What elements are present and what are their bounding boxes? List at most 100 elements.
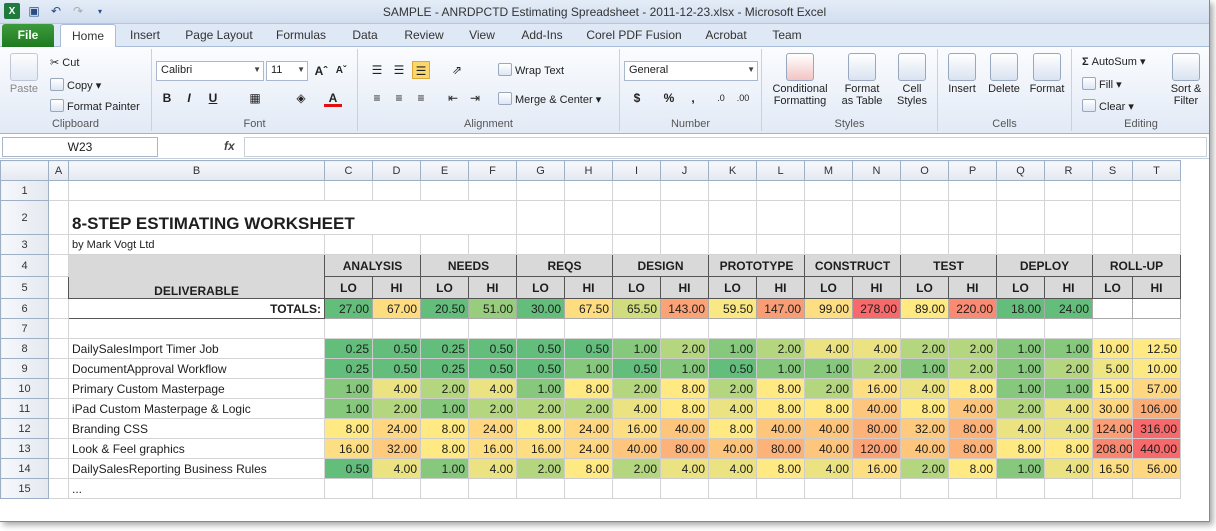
lo-header[interactable]: LO: [324, 276, 373, 299]
cell[interactable]: [900, 200, 949, 235]
bold-button[interactable]: B: [158, 89, 176, 107]
cell[interactable]: [708, 478, 757, 499]
cell[interactable]: [900, 234, 949, 255]
cell[interactable]: [756, 200, 805, 235]
totals-label[interactable]: TOTALS:: [68, 298, 325, 319]
cell[interactable]: [1132, 180, 1181, 201]
estimate-cell[interactable]: 0.25: [324, 358, 373, 379]
estimate-cell[interactable]: 80.00: [948, 418, 997, 439]
estimate-cell[interactable]: 10.00: [1092, 338, 1133, 359]
cell[interactable]: [612, 478, 661, 499]
estimate-cell[interactable]: 4.00: [372, 378, 421, 399]
select-all-corner[interactable]: [0, 160, 49, 181]
hi-header[interactable]: HI: [852, 276, 901, 299]
estimate-cell[interactable]: 40.00: [804, 418, 853, 439]
ellipsis-cell[interactable]: ...: [68, 478, 325, 499]
column-header-D[interactable]: D: [372, 160, 421, 181]
cell[interactable]: [708, 234, 757, 255]
font-size-combo[interactable]: 11 ▼: [266, 61, 308, 81]
paste-button[interactable]: Paste: [4, 53, 44, 95]
estimate-cell[interactable]: 16.00: [324, 438, 373, 459]
cell[interactable]: [48, 338, 69, 359]
tab-page-layout[interactable]: Page Layout: [178, 24, 260, 47]
estimate-cell[interactable]: 8.00: [948, 458, 997, 479]
estimate-cell[interactable]: 1.00: [420, 458, 469, 479]
hi-header[interactable]: HI: [468, 276, 517, 299]
insert-cells-button[interactable]: Insert: [942, 53, 982, 95]
lo-header[interactable]: LO: [996, 276, 1045, 299]
estimate-cell[interactable]: 4.00: [708, 398, 757, 419]
cell[interactable]: [996, 200, 1045, 235]
estimate-cell[interactable]: 0.50: [612, 358, 661, 379]
estimate-cell[interactable]: 2.00: [372, 398, 421, 419]
estimate-cell[interactable]: 4.00: [1044, 398, 1093, 419]
estimate-cell[interactable]: 316.00: [1132, 418, 1181, 439]
total-cell[interactable]: 18.00: [996, 298, 1045, 319]
tab-corel-pdf-fusion[interactable]: Corel PDF Fusion: [580, 24, 688, 47]
cell[interactable]: [48, 398, 69, 419]
cell[interactable]: [804, 478, 853, 499]
estimate-cell[interactable]: 0.25: [324, 338, 373, 359]
lo-header[interactable]: LO: [612, 276, 661, 299]
estimate-cell[interactable]: 2.00: [612, 378, 661, 399]
column-header-E[interactable]: E: [420, 160, 469, 181]
cell[interactable]: [1044, 180, 1093, 201]
estimate-cell[interactable]: 2.00: [1044, 358, 1093, 379]
total-cell[interactable]: 59.50: [708, 298, 757, 319]
estimate-cell[interactable]: 1.00: [900, 358, 949, 379]
estimate-cell[interactable]: 1.00: [612, 338, 661, 359]
font-name-combo[interactable]: Calibri ▼: [156, 61, 264, 81]
tab-data[interactable]: Data: [342, 24, 388, 47]
cell[interactable]: [564, 234, 613, 255]
estimate-cell[interactable]: 24.00: [564, 438, 613, 459]
cell-styles-button[interactable]: Cell Styles: [890, 53, 934, 107]
estimate-cell[interactable]: 12.50: [1132, 338, 1181, 359]
estimate-cell[interactable]: 106.00: [1132, 398, 1181, 419]
cell[interactable]: [996, 234, 1045, 255]
autosum-button[interactable]: Σ AutoSum ▾: [1082, 55, 1146, 68]
lo-header[interactable]: LO: [516, 276, 565, 299]
cell[interactable]: [468, 234, 517, 255]
estimate-cell[interactable]: 4.00: [804, 338, 853, 359]
row-header-10[interactable]: 10: [0, 378, 49, 399]
cell[interactable]: [660, 318, 709, 339]
row-header-7[interactable]: 7: [0, 318, 49, 339]
estimate-cell[interactable]: 8.00: [948, 378, 997, 399]
estimate-cell[interactable]: 4.00: [900, 378, 949, 399]
estimate-cell[interactable]: 8.00: [516, 418, 565, 439]
estimate-cell[interactable]: 15.00: [1092, 378, 1133, 399]
estimate-cell[interactable]: 40.00: [660, 418, 709, 439]
estimate-cell[interactable]: 8.00: [660, 398, 709, 419]
cell[interactable]: [564, 318, 613, 339]
row-header-12[interactable]: 12: [0, 418, 49, 439]
estimate-cell[interactable]: 8.00: [420, 418, 469, 439]
cell[interactable]: [948, 180, 997, 201]
cut-button[interactable]: ✂ Cut: [50, 56, 79, 69]
align-left-icon[interactable]: ≡: [368, 89, 386, 107]
estimate-cell[interactable]: 10.00: [1132, 358, 1181, 379]
estimate-cell[interactable]: 2.00: [516, 398, 565, 419]
estimate-cell[interactable]: 1.00: [756, 358, 805, 379]
cell[interactable]: [1132, 234, 1181, 255]
estimate-cell[interactable]: 2.00: [996, 398, 1045, 419]
cell[interactable]: [516, 200, 565, 235]
cell[interactable]: [48, 438, 69, 459]
estimate-cell[interactable]: 0.50: [372, 358, 421, 379]
cell[interactable]: [660, 200, 709, 235]
estimate-cell[interactable]: 4.00: [1044, 418, 1093, 439]
estimate-cell[interactable]: 1.00: [708, 338, 757, 359]
deliverable-name[interactable]: Look & Feel graphics: [68, 438, 325, 459]
phase-header-roll-up[interactable]: ROLL-UP: [1092, 254, 1181, 277]
formula-input[interactable]: [244, 137, 1207, 157]
lo-header[interactable]: LO: [900, 276, 949, 299]
comma-style-icon[interactable]: ,: [684, 89, 702, 107]
total-cell[interactable]: 20.50: [420, 298, 469, 319]
cell[interactable]: [468, 180, 517, 201]
estimate-cell[interactable]: 2.00: [612, 458, 661, 479]
cell[interactable]: [948, 318, 997, 339]
estimate-cell[interactable]: 40.00: [852, 398, 901, 419]
estimate-cell[interactable]: 4.00: [996, 418, 1045, 439]
cell[interactable]: [48, 234, 69, 255]
cell[interactable]: [612, 318, 661, 339]
estimate-cell[interactable]: 57.00: [1132, 378, 1181, 399]
